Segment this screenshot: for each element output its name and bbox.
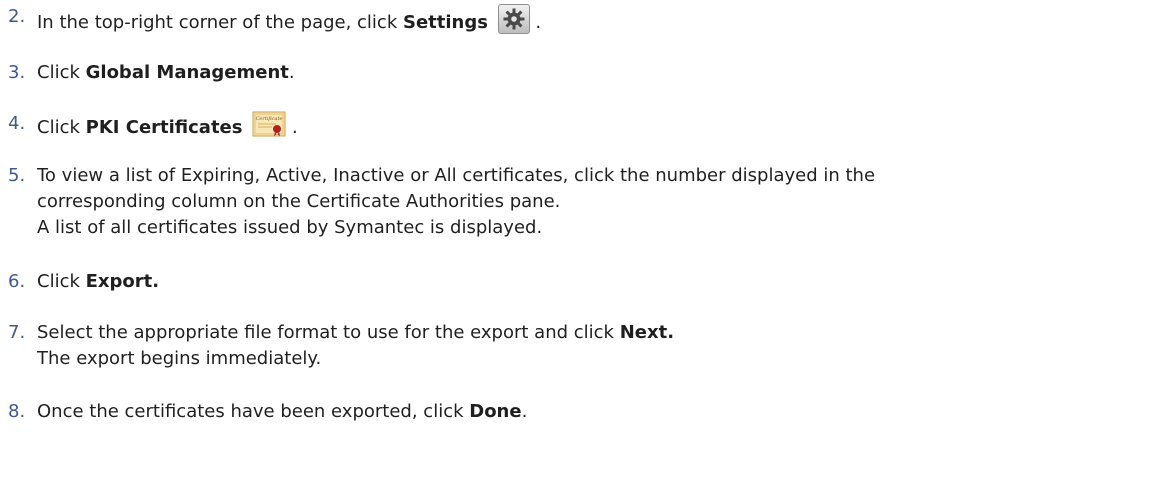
step-5: 5. To view a list of Expiring, Active, I… — [0, 163, 1155, 243]
certificate-icon: Certificate — [252, 111, 286, 137]
step-number: 2. — [8, 6, 26, 27]
step-number: 4. — [8, 113, 26, 134]
export-label: Export. — [85, 271, 160, 292]
step-text: Click PKI Certificates Certificate . — [37, 111, 298, 141]
step-text: To view a list of Expiring, Active, Inac… — [37, 165, 876, 186]
step-text: Once the certificates have been exported… — [37, 401, 528, 422]
step-number: 7. — [8, 322, 26, 343]
next-label: Next. — [619, 322, 675, 343]
step-result: A list of all certificates issued by Sym… — [37, 217, 543, 238]
step-number: 6. — [8, 271, 26, 292]
settings-label: Settings — [402, 12, 488, 33]
step-text: Select the appropriate file format to us… — [37, 322, 675, 343]
certificate-label: Certificate — [256, 116, 283, 122]
step-text-continued: corresponding column on the Certificate … — [37, 191, 561, 212]
step-7: 7. Select the appropriate file format to… — [0, 320, 1155, 374]
instruction-steps: 2. In the top-right corner of the page, … — [0, 0, 1155, 487]
step-number: 5. — [8, 165, 26, 186]
step-number: 8. — [8, 401, 26, 422]
step-text: In the top-right corner of the page, cli… — [37, 4, 541, 36]
step-number: 3. — [8, 62, 26, 83]
pki-certificates-label: PKI Certificates — [85, 117, 243, 138]
done-label: Done — [469, 401, 522, 422]
settings-gear-icon — [497, 4, 530, 34]
global-management-label: Global Management — [85, 62, 289, 83]
step-text: Click Export. — [37, 271, 160, 292]
step-text: Click Global Management. — [37, 62, 295, 83]
step-result: The export begins immediately. — [37, 348, 322, 369]
